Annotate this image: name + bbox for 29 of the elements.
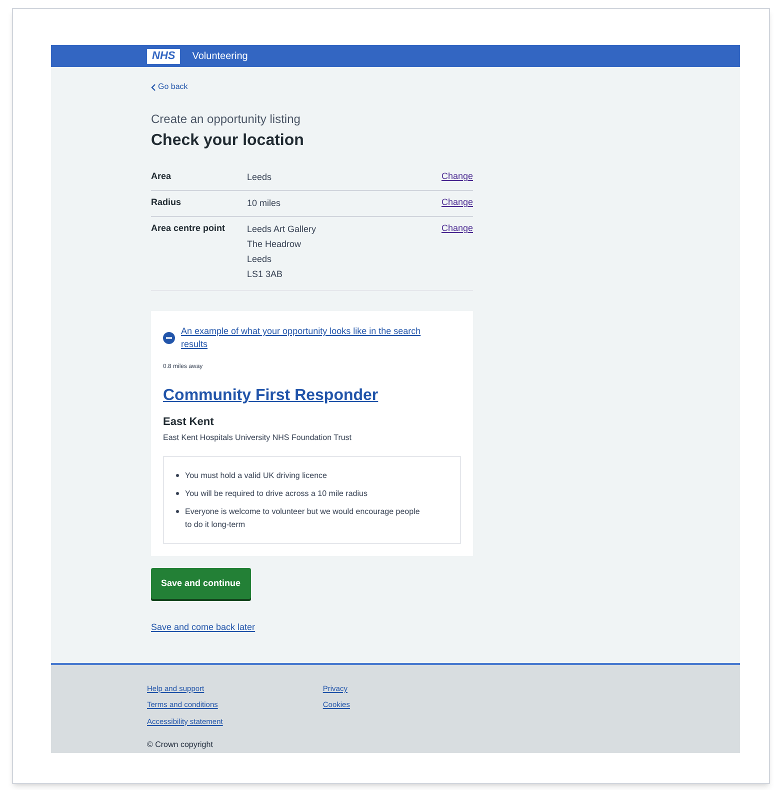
bullet-icon xyxy=(176,492,179,494)
location-text: East Kent xyxy=(163,415,215,430)
change-link[interactable]: Change xyxy=(441,170,473,184)
requirement-text: You must hold a valid UK driving licence xyxy=(185,470,328,482)
save-and-come-back-later-link[interactable]: Save and come back later xyxy=(151,621,256,634)
requirement-text: Everyone is welcome to volunteer but we would encourage people to do it long-term xyxy=(185,506,421,530)
organisation-text: East Kent Hospitals University NHS Foundation Trust xyxy=(163,432,353,444)
summary-value: Leeds xyxy=(247,171,273,184)
bullet-icon xyxy=(176,474,179,476)
change-link[interactable]: Change xyxy=(441,196,473,210)
summary-key: Radius xyxy=(151,196,247,211)
service-name: Volunteering xyxy=(192,50,248,64)
change-link[interactable]: Change xyxy=(441,222,473,236)
chevron-left-icon xyxy=(151,84,156,90)
bullet-icon xyxy=(176,510,179,512)
summary-value: Leeds Art Gallery The Headrow Leeds LS1 3AB xyxy=(247,223,318,281)
page-heading: Check your location xyxy=(151,131,305,151)
save-and-continue-button[interactable]: Save and continue xyxy=(151,568,251,599)
summary-key: Area centre point xyxy=(151,222,247,282)
nhs-logo[interactable]: NHS xyxy=(147,48,180,64)
minus-circle-icon[interactable] xyxy=(163,332,175,344)
summary-value: 10 miles xyxy=(247,197,282,210)
page-caption: Create an opportunity listing xyxy=(151,111,302,128)
details-toggle-link[interactable]: An example of what your opportunity looks like in the search results xyxy=(181,325,441,351)
opportunity-title-link[interactable]: Community First Responder xyxy=(163,384,461,408)
summary-key: Area xyxy=(151,170,247,185)
requirement-text: You will be required to drive across a 10 mile radius xyxy=(185,488,368,500)
back-link[interactable]: Go back xyxy=(151,81,473,93)
copyright-text: © Crown copyright xyxy=(147,738,214,751)
